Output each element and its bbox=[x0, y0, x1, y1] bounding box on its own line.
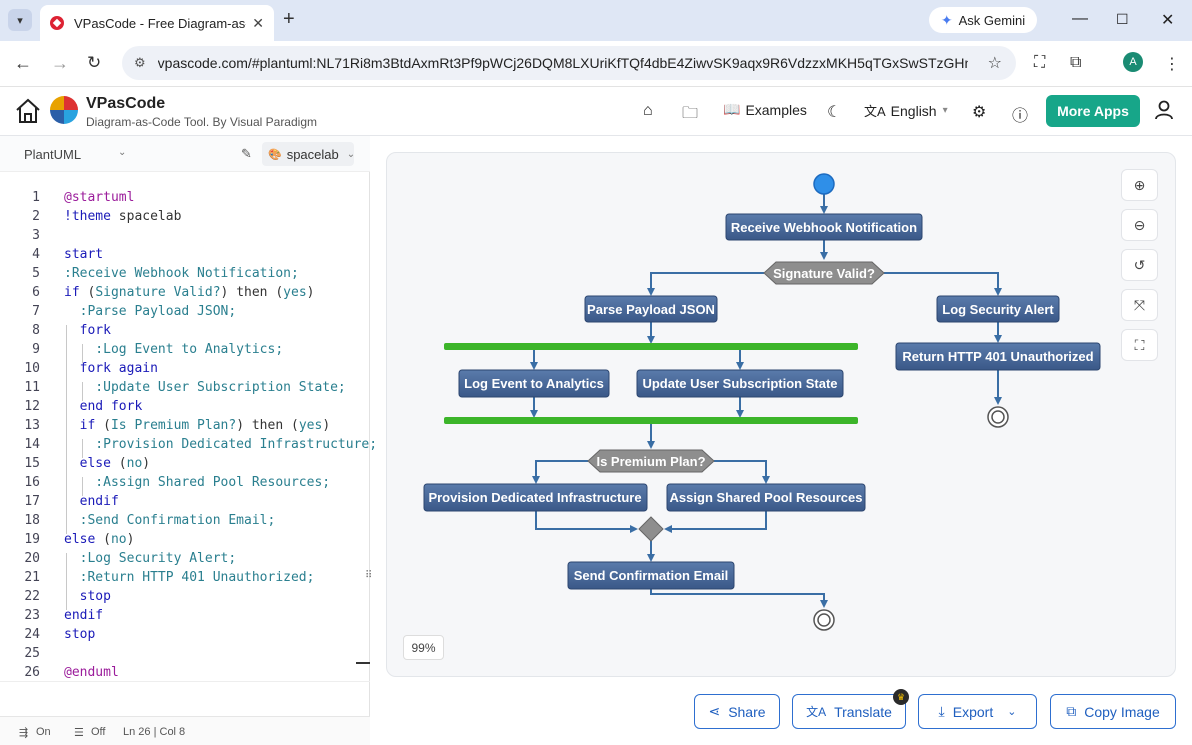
svg-text:Signature Valid?: Signature Valid? bbox=[773, 266, 875, 281]
action-log-event[interactable]: Log Event to Analytics bbox=[458, 369, 610, 398]
action-log-security-alert[interactable]: Log Security Alert bbox=[936, 295, 1060, 323]
action-receive-webhook[interactable]: Receive Webhook Notification bbox=[725, 213, 923, 241]
copy-image-label: Copy Image bbox=[1084, 703, 1160, 720]
action-update-subscription[interactable]: Update User Subscription State bbox=[636, 369, 844, 398]
decision-signature-valid[interactable]: Signature Valid? bbox=[763, 261, 885, 285]
flow-arrow bbox=[664, 511, 767, 533]
action-send-confirmation[interactable]: Send Confirmation Email bbox=[567, 561, 735, 590]
end-node-security[interactable] bbox=[987, 406, 1009, 428]
copy-image-button[interactable]: ⧉ Copy Image bbox=[1050, 694, 1176, 729]
action-assign-shared-pool[interactable]: Assign Shared Pool Resources bbox=[666, 483, 866, 512]
share-label: Share bbox=[728, 703, 766, 720]
activity-diagram: Receive Webhook Notification Signature V… bbox=[423, 173, 1101, 631]
copy-icon: ⧉ bbox=[1066, 703, 1077, 719]
download-icon: ⤓ bbox=[938, 703, 945, 719]
merge-node[interactable] bbox=[638, 516, 664, 542]
zoom-level: 99% bbox=[403, 635, 444, 660]
fit-to-screen-icon[interactable]: ⤧ bbox=[1121, 289, 1158, 321]
flow-arrow bbox=[650, 589, 828, 608]
svg-text:Parse Payload JSON: Parse Payload JSON bbox=[587, 302, 715, 317]
reset-view-icon[interactable]: ↺ bbox=[1121, 249, 1158, 281]
svg-text:Log Security Alert: Log Security Alert bbox=[942, 302, 1054, 317]
action-provision-infrastructure[interactable]: Provision Dedicated Infrastructure bbox=[423, 483, 648, 512]
svg-text:Log Event to Analytics: Log Event to Analytics bbox=[464, 376, 604, 391]
export-label: Export bbox=[952, 703, 994, 720]
translate-icon: 文A bbox=[806, 705, 827, 719]
zoom-out-icon[interactable]: ⊖ bbox=[1121, 209, 1158, 241]
action-return-401[interactable]: Return HTTP 401 Unauthorized bbox=[895, 342, 1101, 371]
share-icon: ⋖ bbox=[708, 703, 721, 719]
svg-text:Update User Subscription State: Update User Subscription State bbox=[642, 376, 837, 391]
flow-arrow-no bbox=[884, 272, 1002, 296]
export-button[interactable]: ⤓ Export ⌄ bbox=[918, 694, 1037, 729]
flow-arrow-no bbox=[714, 460, 770, 484]
svg-text:Provision Dedicated Infrastruc: Provision Dedicated Infrastructure bbox=[428, 490, 641, 505]
svg-text:Assign Shared Pool Resources: Assign Shared Pool Resources bbox=[670, 490, 863, 505]
svg-text:Return HTTP 401 Unauthorized: Return HTTP 401 Unauthorized bbox=[902, 349, 1093, 364]
fullscreen-icon[interactable]: ⛶ bbox=[1121, 329, 1158, 361]
premium-crown-icon: ♛ bbox=[893, 689, 909, 705]
translate-label: Translate bbox=[834, 703, 892, 720]
end-node-main[interactable] bbox=[813, 609, 835, 631]
svg-text:Receive Webhook Notification: Receive Webhook Notification bbox=[731, 220, 917, 235]
flow-arrow-yes bbox=[532, 460, 588, 484]
decision-is-premium[interactable]: Is Premium Plan? bbox=[587, 449, 715, 473]
chevron-down-icon: ⌄ bbox=[1007, 706, 1017, 718]
action-parse-payload[interactable]: Parse Payload JSON bbox=[584, 295, 718, 323]
join-bar bbox=[444, 417, 858, 424]
translate-button[interactable]: 文A Translate bbox=[792, 694, 906, 729]
share-button[interactable]: ⋖ Share bbox=[694, 694, 780, 729]
flow-arrow bbox=[535, 511, 638, 533]
fork-bar bbox=[444, 343, 858, 350]
flow-arrow-yes bbox=[647, 272, 764, 296]
svg-text:Is Premium Plan?: Is Premium Plan? bbox=[596, 454, 705, 469]
zoom-in-icon[interactable]: ⊕ bbox=[1121, 169, 1158, 201]
svg-text:Send Confirmation Email: Send Confirmation Email bbox=[574, 568, 729, 583]
start-node[interactable] bbox=[813, 173, 835, 195]
